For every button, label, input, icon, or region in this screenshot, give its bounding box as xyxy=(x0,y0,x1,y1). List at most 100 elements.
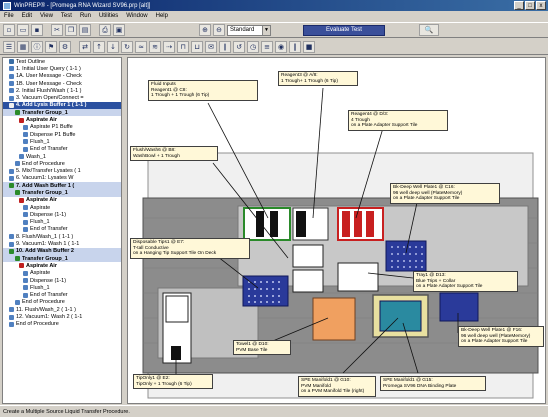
menu-help[interactable]: Help xyxy=(156,13,168,19)
binding-plate-g15[interactable] xyxy=(379,300,422,332)
tree-item[interactable]: Flush_1 xyxy=(3,138,121,145)
sensor-icon[interactable]: ◉ xyxy=(275,40,287,53)
transfer-icon[interactable]: ⇄ xyxy=(79,40,91,53)
tree-item[interactable]: 3. Vacuum Open/Connect = xyxy=(3,94,121,101)
grid-icon[interactable]: ▦ xyxy=(17,40,29,53)
script-icon[interactable]: ≡ xyxy=(261,40,273,53)
tree-item[interactable]: Aspirate xyxy=(3,204,121,211)
wrench-icon[interactable]: ⚙ xyxy=(59,40,71,53)
tree-item[interactable]: Flush_1 xyxy=(3,284,121,291)
tree-item[interactable]: 9. Vacuum1: Wash 1 ( 1-1 xyxy=(3,240,121,247)
tree-item[interactable]: 1. Initial User Query ( 1-1 ) xyxy=(3,65,121,72)
tree-item[interactable]: Dispense (1-1) xyxy=(3,277,121,284)
outline-icon[interactable]: ☰ xyxy=(3,40,15,53)
tree-item[interactable]: 6. Vacuum1: Lysates W xyxy=(3,175,121,182)
paste-icon[interactable]: ▤ xyxy=(79,24,91,36)
print-preview-icon[interactable]: ▣ xyxy=(113,24,125,36)
tree-item[interactable]: End of Procedure xyxy=(3,299,121,306)
tree-item[interactable]: Aspirate Air xyxy=(3,262,121,269)
menu-view[interactable]: View xyxy=(40,13,53,19)
cut-icon[interactable]: ✂ xyxy=(51,24,63,36)
menu-window[interactable]: Window xyxy=(126,13,147,19)
tree-item[interactable]: Aspirate xyxy=(3,270,121,277)
tray1-d13[interactable] xyxy=(337,262,379,292)
tree-item[interactable]: Aspirate Air xyxy=(3,197,121,204)
menu-test[interactable]: Test xyxy=(61,13,72,19)
tree-item[interactable]: End of Transfer xyxy=(3,292,121,299)
timer-icon[interactable]: ◷ xyxy=(247,40,259,53)
zoom-combo[interactable]: Standard ▼ xyxy=(227,24,271,36)
towel-d10[interactable] xyxy=(312,297,356,341)
tree-item[interactable]: 10. Add Wash Buffer 2 xyxy=(3,247,121,256)
aspirate-icon[interactable]: ↑ xyxy=(93,40,105,53)
message-icon[interactable]: ✉ xyxy=(205,40,217,53)
tree-item[interactable]: Transfer Group_1 xyxy=(3,189,121,197)
step-icon xyxy=(19,197,24,203)
evaluate-test-button[interactable]: Evaluate Test xyxy=(303,24,385,36)
stop-icon[interactable]: ■ xyxy=(303,40,315,53)
tree-item[interactable]: End of Procedure xyxy=(3,321,121,328)
tree-item[interactable]: 1B. User Message - Check xyxy=(3,80,121,87)
flush-icon[interactable]: ≈ xyxy=(135,40,147,53)
tree-item[interactable]: End of Procedure xyxy=(3,160,121,167)
tree-item[interactable]: 11. Flush/Wash_2 ( 1-1 ) xyxy=(3,306,121,313)
minimize-button[interactable]: _ xyxy=(514,1,524,10)
gripper-icon[interactable]: ⊓ xyxy=(177,40,189,53)
move-icon[interactable]: ⇢ xyxy=(163,40,175,53)
tree-item[interactable]: Test Outline xyxy=(3,58,121,65)
tree-item-label: 4. Add Lysis Buffer 1 ( 1-1 ) xyxy=(16,102,87,109)
loop-icon[interactable]: ↺ xyxy=(233,40,245,53)
magnify-icon[interactable]: 🔍 xyxy=(419,24,439,36)
tree-item[interactable]: Transfer Group_1 xyxy=(3,255,121,263)
tree-item-label: Aspirate xyxy=(30,204,51,211)
zoom-out-icon[interactable]: ⊖ xyxy=(213,24,225,36)
tree-item[interactable]: 7. Add Wash Buffer 1 ( xyxy=(3,182,121,190)
tree-item[interactable]: 8. Flush/Wash_1 ( 1-1 ) xyxy=(3,233,121,240)
flag-icon[interactable]: ⚑ xyxy=(45,40,57,53)
save-icon[interactable]: ▪ xyxy=(31,24,43,36)
menu-utilities[interactable]: Utilities xyxy=(99,13,118,19)
tree-item[interactable]: 4. Add Lysis Buffer 1 ( 1-1 ) xyxy=(3,101,121,110)
folder-icon xyxy=(9,248,14,254)
new-file-icon[interactable]: ▫ xyxy=(3,24,15,36)
tree-item[interactable]: Dispense P1 Buffe xyxy=(3,131,121,138)
maximize-button[interactable]: □ xyxy=(525,1,535,10)
step-icon xyxy=(23,292,28,298)
open-folder-icon[interactable]: ▭ xyxy=(17,24,29,36)
copy-icon[interactable]: ❐ xyxy=(65,24,77,36)
vacuum-icon[interactable]: ⊔ xyxy=(191,40,203,53)
tree-item[interactable]: End of Transfer xyxy=(3,226,121,233)
tree-item[interactable]: Aspirate Air xyxy=(3,116,121,123)
close-button[interactable]: x xyxy=(536,1,546,10)
dispense-icon[interactable]: ↓ xyxy=(107,40,119,53)
tree-item[interactable]: Flush_1 xyxy=(3,219,121,226)
tree-item[interactable]: 1A. User Message - Check xyxy=(3,73,121,80)
tree-item[interactable]: 12. Vacuum1: Wash 2 ( 1-1 xyxy=(3,313,121,320)
flush-wash-trough[interactable] xyxy=(292,269,324,293)
print-icon[interactable]: ⎙ xyxy=(99,24,111,36)
test-outline-tree[interactable]: Test Outline 1. Initial User Query ( 1-1 … xyxy=(2,57,122,404)
pane-splitter[interactable] xyxy=(123,57,126,404)
wash-icon[interactable]: ≋ xyxy=(149,40,161,53)
menu-edit[interactable]: Edit xyxy=(22,13,32,19)
tree-item[interactable]: Aspirate P1 Buffe xyxy=(3,124,121,131)
tree-item[interactable]: Wash_1 xyxy=(3,153,121,160)
deep-well-plate-f16[interactable] xyxy=(439,292,479,322)
zoom-in-icon[interactable]: ⊕ xyxy=(199,24,211,36)
barcode-icon[interactable]: ‖ xyxy=(289,40,301,53)
window-titlebar[interactable]: WinPREP® - [Promega RNA Wizard SV96.prp … xyxy=(0,0,548,11)
menu-file[interactable]: File xyxy=(4,13,14,19)
tree-item[interactable]: 2. Initial Flush/Wash ( 1-1 ) xyxy=(3,87,121,94)
mix-icon[interactable]: ↻ xyxy=(121,40,133,53)
reagent1-trough[interactable] xyxy=(243,207,291,241)
pause-icon[interactable]: ∥ xyxy=(219,40,231,53)
deck-view[interactable]: Fluid Inputs Reagent1 @ C8: 1 Trough + 1… xyxy=(127,57,546,404)
tree-item-label: End of Procedure xyxy=(16,321,59,328)
info-icon[interactable]: ⓘ xyxy=(31,40,43,53)
tree-item[interactable]: Transfer Group_1 xyxy=(3,109,121,117)
menu-run[interactable]: Run xyxy=(80,13,91,19)
flush-wash-trough[interactable] xyxy=(292,244,324,268)
tree-item[interactable]: End of Transfer xyxy=(3,146,121,153)
tree-item[interactable]: 5. Mix/Transfer Lysates ( 1 xyxy=(3,167,121,174)
tree-item[interactable]: Dispense (1-1) xyxy=(3,211,121,218)
